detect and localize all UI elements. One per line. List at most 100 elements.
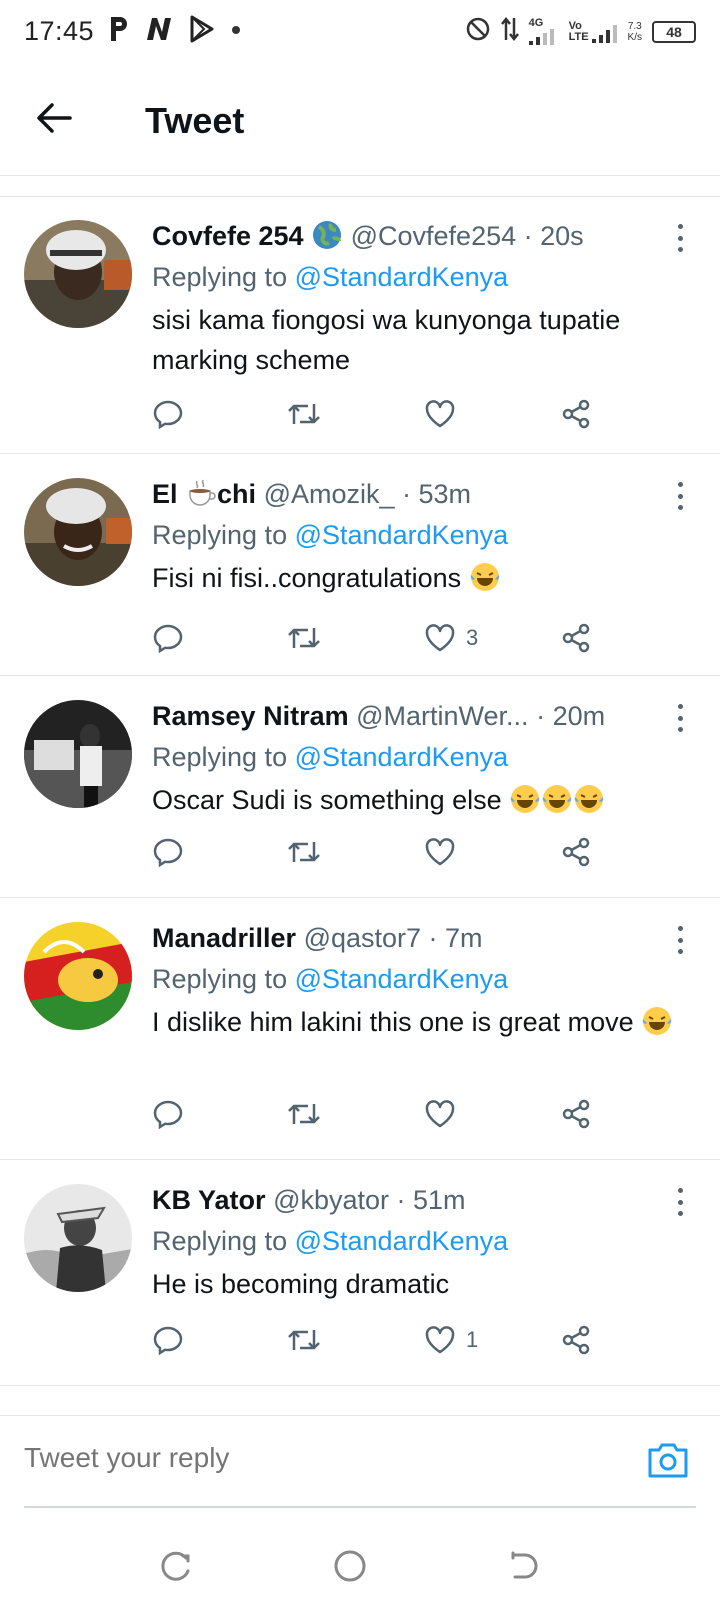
share-icon bbox=[562, 1099, 590, 1129]
signal-4g-icon: 4G bbox=[528, 18, 559, 45]
user-name[interactable]: KB Yator bbox=[152, 1185, 266, 1215]
replying-to: Replying to @StandardKenya bbox=[152, 258, 696, 296]
replying-to: Replying to @StandardKenya bbox=[152, 738, 696, 776]
replying-handle-link[interactable]: @StandardKenya bbox=[295, 742, 509, 772]
tweet-item[interactable]: Ramsey Nitram @MartinWer... · 20m Replyi… bbox=[0, 676, 720, 898]
retweet-button[interactable] bbox=[286, 832, 322, 872]
user-name[interactable]: Covfefe 254 bbox=[152, 221, 304, 251]
user-handle[interactable]: @qastor7 bbox=[304, 923, 421, 953]
p-icon bbox=[108, 14, 130, 49]
avatar[interactable] bbox=[24, 1184, 132, 1292]
share-icon bbox=[562, 623, 590, 653]
replying-prefix: Replying to bbox=[152, 520, 288, 550]
comment-icon bbox=[153, 1326, 183, 1356]
heart-icon bbox=[425, 400, 455, 428]
replying-to: Replying to @StandardKenya bbox=[152, 1222, 696, 1260]
share-button[interactable] bbox=[560, 394, 592, 434]
reply-button[interactable] bbox=[152, 832, 184, 872]
like-button[interactable]: 1 bbox=[424, 1320, 478, 1360]
data-transfer-icon bbox=[500, 16, 519, 47]
user-name[interactable]: Manadriller bbox=[152, 923, 296, 953]
share-button[interactable] bbox=[560, 1094, 592, 1134]
like-button[interactable] bbox=[424, 1094, 466, 1134]
status-right-icons: 4G Vo LTE 7.3 K/s 48 bbox=[465, 16, 696, 47]
reply-button[interactable] bbox=[152, 394, 184, 434]
user-name-part: chi bbox=[217, 479, 257, 509]
like-button[interactable]: 3 bbox=[424, 618, 478, 658]
replying-handle-link[interactable]: @StandardKenya bbox=[295, 520, 509, 550]
replying-handle-link[interactable]: @StandardKenya bbox=[295, 964, 509, 994]
laughing-emoji-icon bbox=[641, 1007, 673, 1037]
tweet-actions bbox=[152, 1094, 622, 1134]
tweet-item[interactable]: Manadriller @qastor7 · 7m Replying to @S… bbox=[0, 898, 720, 1160]
more-options-icon[interactable] bbox=[678, 704, 684, 732]
user-handle[interactable]: @Covfefe254 bbox=[351, 221, 517, 251]
back-button[interactable] bbox=[34, 98, 74, 138]
more-options-icon[interactable] bbox=[678, 224, 684, 252]
user-name[interactable]: El chi bbox=[152, 479, 256, 509]
system-back-button[interactable] bbox=[504, 1546, 544, 1586]
comment-icon bbox=[153, 1100, 183, 1130]
retweet-icon bbox=[288, 628, 320, 648]
like-button[interactable] bbox=[424, 394, 466, 434]
comment-icon bbox=[153, 400, 183, 430]
play-icon bbox=[188, 14, 216, 49]
reply-button[interactable] bbox=[152, 618, 184, 658]
tweet-actions bbox=[152, 832, 622, 872]
more-options-icon[interactable] bbox=[678, 482, 684, 510]
dot-icon bbox=[230, 23, 242, 41]
retweet-icon bbox=[288, 842, 320, 862]
avatar[interactable] bbox=[24, 922, 132, 1030]
replying-handle-link[interactable]: @StandardKenya bbox=[295, 1226, 509, 1256]
share-button[interactable] bbox=[560, 1320, 592, 1360]
laughing-emoji-icon bbox=[469, 563, 501, 593]
tweet-actions bbox=[152, 394, 622, 434]
comment-icon bbox=[153, 838, 183, 868]
tweet-text: Oscar Sudi is something else bbox=[152, 780, 696, 820]
camera-button[interactable] bbox=[646, 1438, 690, 1482]
user-name[interactable]: Ramsey Nitram bbox=[152, 701, 349, 731]
retweet-button[interactable] bbox=[286, 1320, 322, 1360]
share-icon bbox=[562, 399, 590, 429]
status-time: 17:45 bbox=[24, 16, 95, 46]
avatar[interactable] bbox=[24, 700, 132, 808]
avatar[interactable] bbox=[24, 220, 132, 328]
tweet-time: · 20m bbox=[536, 701, 606, 731]
status-bar: 17:45 4G Vo LTE 7.3 K/s 48 bbox=[0, 0, 720, 66]
tweet-item[interactable]: Covfefe 254 @Covfefe254 · 20s Replying t… bbox=[0, 196, 720, 454]
tweet-body: El chi @Amozik_ · 53m Replying to @Stand… bbox=[152, 476, 696, 598]
tweet-item[interactable]: El chi @Amozik_ · 53m Replying to @Stand… bbox=[0, 454, 720, 676]
retweet-button[interactable] bbox=[286, 1094, 322, 1134]
heart-icon bbox=[425, 1100, 455, 1128]
retweet-button[interactable] bbox=[286, 618, 322, 658]
reply-input[interactable] bbox=[24, 1442, 604, 1474]
status-left-icons bbox=[108, 14, 242, 49]
tweet-body: Manadriller @qastor7 · 7m Replying to @S… bbox=[152, 920, 696, 1042]
user-handle[interactable]: @MartinWer... bbox=[356, 701, 528, 731]
user-handle[interactable]: @kbyator bbox=[273, 1185, 389, 1215]
replying-prefix: Replying to bbox=[152, 742, 288, 772]
share-button[interactable] bbox=[560, 618, 592, 658]
tweet-text-content: Fisi ni fisi..congratulations bbox=[152, 563, 462, 593]
recent-apps-icon bbox=[161, 1551, 190, 1581]
reply-feed: Covfefe 254 @Covfefe254 · 20s Replying t… bbox=[0, 196, 720, 1386]
reply-composer bbox=[0, 1415, 720, 1508]
reply-button[interactable] bbox=[152, 1320, 184, 1360]
recent-apps-button[interactable] bbox=[156, 1546, 196, 1586]
tweet-item[interactable]: KB Yator @kbyator · 51m Replying to @Sta… bbox=[0, 1160, 720, 1386]
more-options-icon[interactable] bbox=[678, 1188, 684, 1216]
camera-icon bbox=[648, 1443, 688, 1478]
reply-button[interactable] bbox=[152, 1094, 184, 1134]
replying-handle-link[interactable]: @StandardKenya bbox=[295, 262, 509, 292]
share-button[interactable] bbox=[560, 832, 592, 872]
like-button[interactable] bbox=[424, 832, 466, 872]
avatar[interactable] bbox=[24, 478, 132, 586]
user-handle[interactable]: @Amozik_ bbox=[264, 479, 395, 509]
tweet-text: sisi kama fiongosi wa kunyonga tupatie m… bbox=[152, 305, 621, 375]
home-button[interactable] bbox=[330, 1546, 370, 1586]
tweet-time: · 20s bbox=[523, 221, 584, 251]
tweet-header: Manadriller @qastor7 · 7m bbox=[152, 920, 696, 956]
more-options-icon[interactable] bbox=[678, 926, 684, 954]
retweet-button[interactable] bbox=[286, 394, 322, 434]
tweet-text-content: I dislike him lakini this one is great m… bbox=[152, 1007, 634, 1037]
